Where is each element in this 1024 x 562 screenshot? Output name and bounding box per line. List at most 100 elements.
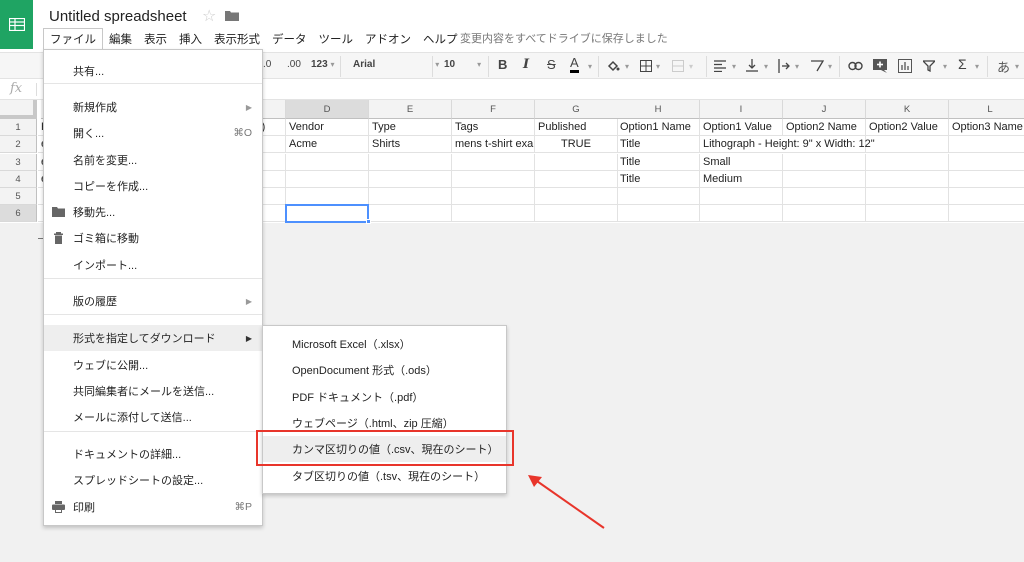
cell-l2[interactable] [949,136,1024,153]
merge-cells-icon[interactable] [672,60,684,72]
menu-item-spreadsheet-settings[interactable]: スプレッドシートの設定... [44,467,262,493]
cell-k6[interactable] [866,205,949,222]
cell-i3[interactable]: Small [700,154,783,171]
menu-item-share[interactable]: 共有... [44,58,262,84]
cell-i4[interactable]: Medium [700,171,783,188]
column-header-l[interactable]: L [949,100,1024,119]
cell-k1[interactable]: Option2 Value [866,119,949,136]
star-outline-icon[interactable]: ☆ [202,6,216,26]
row-header-5[interactable]: 5 [0,188,37,205]
column-header-f[interactable]: F [452,100,535,119]
insert-chart-icon[interactable] [898,59,912,73]
cell-d2[interactable]: Acme [286,136,369,153]
document-title[interactable]: Untitled spreadsheet [49,8,187,25]
column-header-j[interactable]: J [783,100,866,119]
cell-g1[interactable]: Published [535,119,618,136]
download-option-xlsx[interactable]: Microsoft Excel（.xlsx） [263,331,506,357]
filter-icon[interactable] [923,60,935,72]
menu-item-move-to-trash[interactable]: ゴミ箱に移動 [44,225,262,251]
cell-j1[interactable]: Option2 Name [783,119,866,136]
cell-k3[interactable] [866,154,949,171]
download-option-html-zip[interactable]: ウェブページ（.html、zip 圧縮） [263,410,506,436]
fill-color-icon[interactable] [606,59,620,73]
cell-i2[interactable]: Lithograph - Height: 9" x Width: 12" [700,136,875,153]
menu-item-document-details[interactable]: ドキュメントの詳細... [44,441,262,467]
menu-item-move-to[interactable]: 移動先... [44,199,262,225]
download-option-csv[interactable]: カンマ区切りの値（.csv、現在のシート） [263,436,506,462]
column-header-e[interactable]: E [369,100,452,119]
row-header-2[interactable]: 2 [0,136,37,153]
cell-h6[interactable] [617,205,700,222]
cell-f6[interactable] [452,205,535,222]
menu-item-make-copy[interactable]: コピーを作成... [44,173,262,199]
cell-h5[interactable] [617,188,700,205]
cell-d1[interactable]: Vendor [286,119,369,136]
input-tools-button[interactable]: あ [997,57,1010,76]
menu-item-rename[interactable]: 名前を変更... [44,147,262,173]
menu-item-email-as-attachment[interactable]: メールに添付して送信... [44,404,262,430]
strikethrough-button[interactable]: S [547,57,556,72]
menu-tools[interactable]: ツール [313,28,360,50]
bold-button[interactable]: B [498,57,507,72]
menu-item-email-collaborators[interactable]: 共同編集者にメールを送信... [44,378,262,404]
text-wrap-icon[interactable] [778,59,790,73]
cell-k5[interactable] [866,188,949,205]
row-header-6[interactable]: 6 [0,205,37,222]
menu-file[interactable]: ファイル [43,28,103,51]
cell-l6[interactable] [949,205,1024,222]
column-header-d[interactable]: D [286,100,369,119]
align-left-icon[interactable] [714,60,726,72]
cell-j4[interactable] [783,171,866,188]
cell-f2[interactable]: mens t-shirt exar [452,136,535,153]
cell-e3[interactable] [369,154,452,171]
cell-g2[interactable]: TRUE [535,136,618,153]
active-cell-selection[interactable] [285,204,369,223]
menu-insert[interactable]: 挿入 [173,28,208,50]
cell-l3[interactable] [949,154,1024,171]
menu-item-version-history[interactable]: 版の履歴 ▶ [44,288,262,314]
cell-d4[interactable] [286,171,369,188]
cell-i6[interactable] [700,205,783,222]
menu-item-download-as[interactable]: 形式を指定してダウンロード ▶ [44,325,262,351]
column-header-k[interactable]: K [866,100,949,119]
cell-f4[interactable] [452,171,535,188]
decrease-decimal-button[interactable]: .0 [263,59,271,70]
row-header-1[interactable]: 1 [0,119,37,136]
column-header-i[interactable]: I [700,100,783,119]
cell-d5[interactable] [286,188,369,205]
cell-g6[interactable] [535,205,618,222]
cell-f1[interactable]: Tags [452,119,535,136]
italic-button[interactable]: I [523,57,529,72]
save-status[interactable]: 変更内容をすべてドライブに保存しました [460,30,668,46]
select-all-corner[interactable] [0,100,37,119]
insert-comment-icon[interactable] [873,59,887,73]
text-color-button[interactable]: A [570,56,579,73]
cell-j5[interactable] [783,188,866,205]
cell-i5[interactable] [700,188,783,205]
cell-k2[interactable] [866,136,949,153]
cell-d3[interactable] [286,154,369,171]
cell-h3[interactable]: Title [617,154,700,171]
font-size-select[interactable]: 10 ▾ [444,59,481,70]
menu-edit[interactable]: 編集 [103,28,138,50]
sheets-logo[interactable] [0,0,33,49]
menu-item-import[interactable]: インポート... [44,252,262,278]
cell-k4[interactable] [866,171,949,188]
menu-item-print[interactable]: 印刷 ⌘P [44,494,262,520]
menu-view[interactable]: 表示 [138,28,173,50]
cell-j6[interactable] [783,205,866,222]
borders-icon[interactable] [640,60,652,72]
cell-h1[interactable]: Option1 Name [617,119,700,136]
cell-g3[interactable] [535,154,618,171]
cell-e6[interactable] [369,205,452,222]
cell-l4[interactable] [949,171,1024,188]
menu-item-open[interactable]: 開く... ⌘O [44,120,262,146]
cell-h4[interactable]: Title [617,171,700,188]
cell-f5[interactable] [452,188,535,205]
cell-e5[interactable] [369,188,452,205]
menu-item-publish-to-web[interactable]: ウェブに公開... [44,352,262,378]
cell-f3[interactable] [452,154,535,171]
fill-handle[interactable] [366,219,371,224]
row-header-4[interactable]: 4 [0,171,37,188]
cell-g5[interactable] [535,188,618,205]
